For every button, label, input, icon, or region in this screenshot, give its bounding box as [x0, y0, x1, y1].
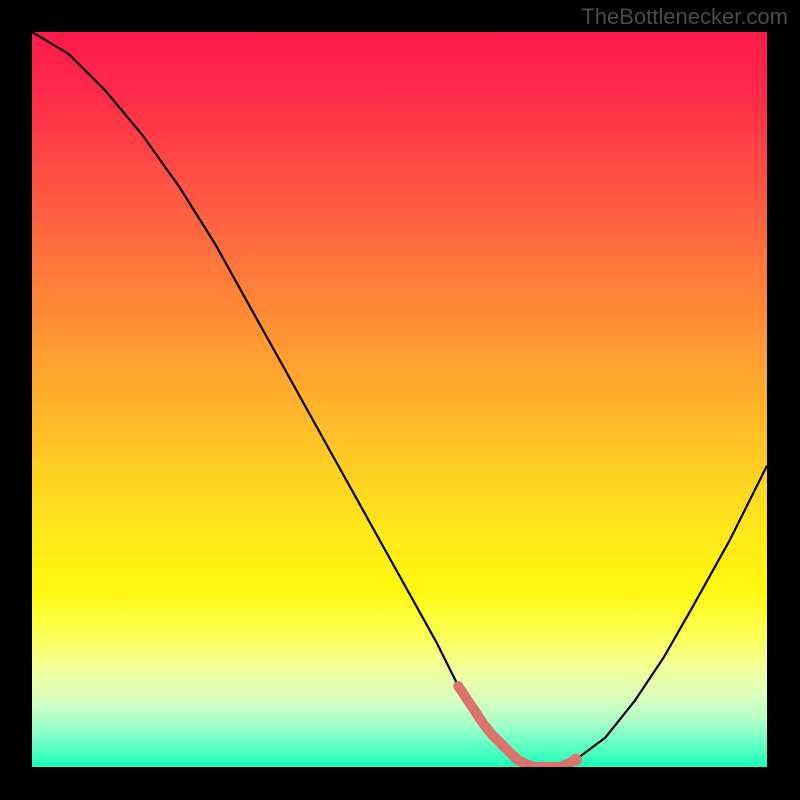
watermark-text: TheBottlenecker.com [581, 4, 788, 30]
flat-region-highlight [458, 686, 576, 767]
flat-region-dot-start [453, 681, 463, 691]
flat-region-dot-end [570, 754, 582, 766]
chart-svg [32, 32, 767, 767]
bottleneck-curve [32, 32, 767, 767]
plot-area [32, 32, 767, 767]
